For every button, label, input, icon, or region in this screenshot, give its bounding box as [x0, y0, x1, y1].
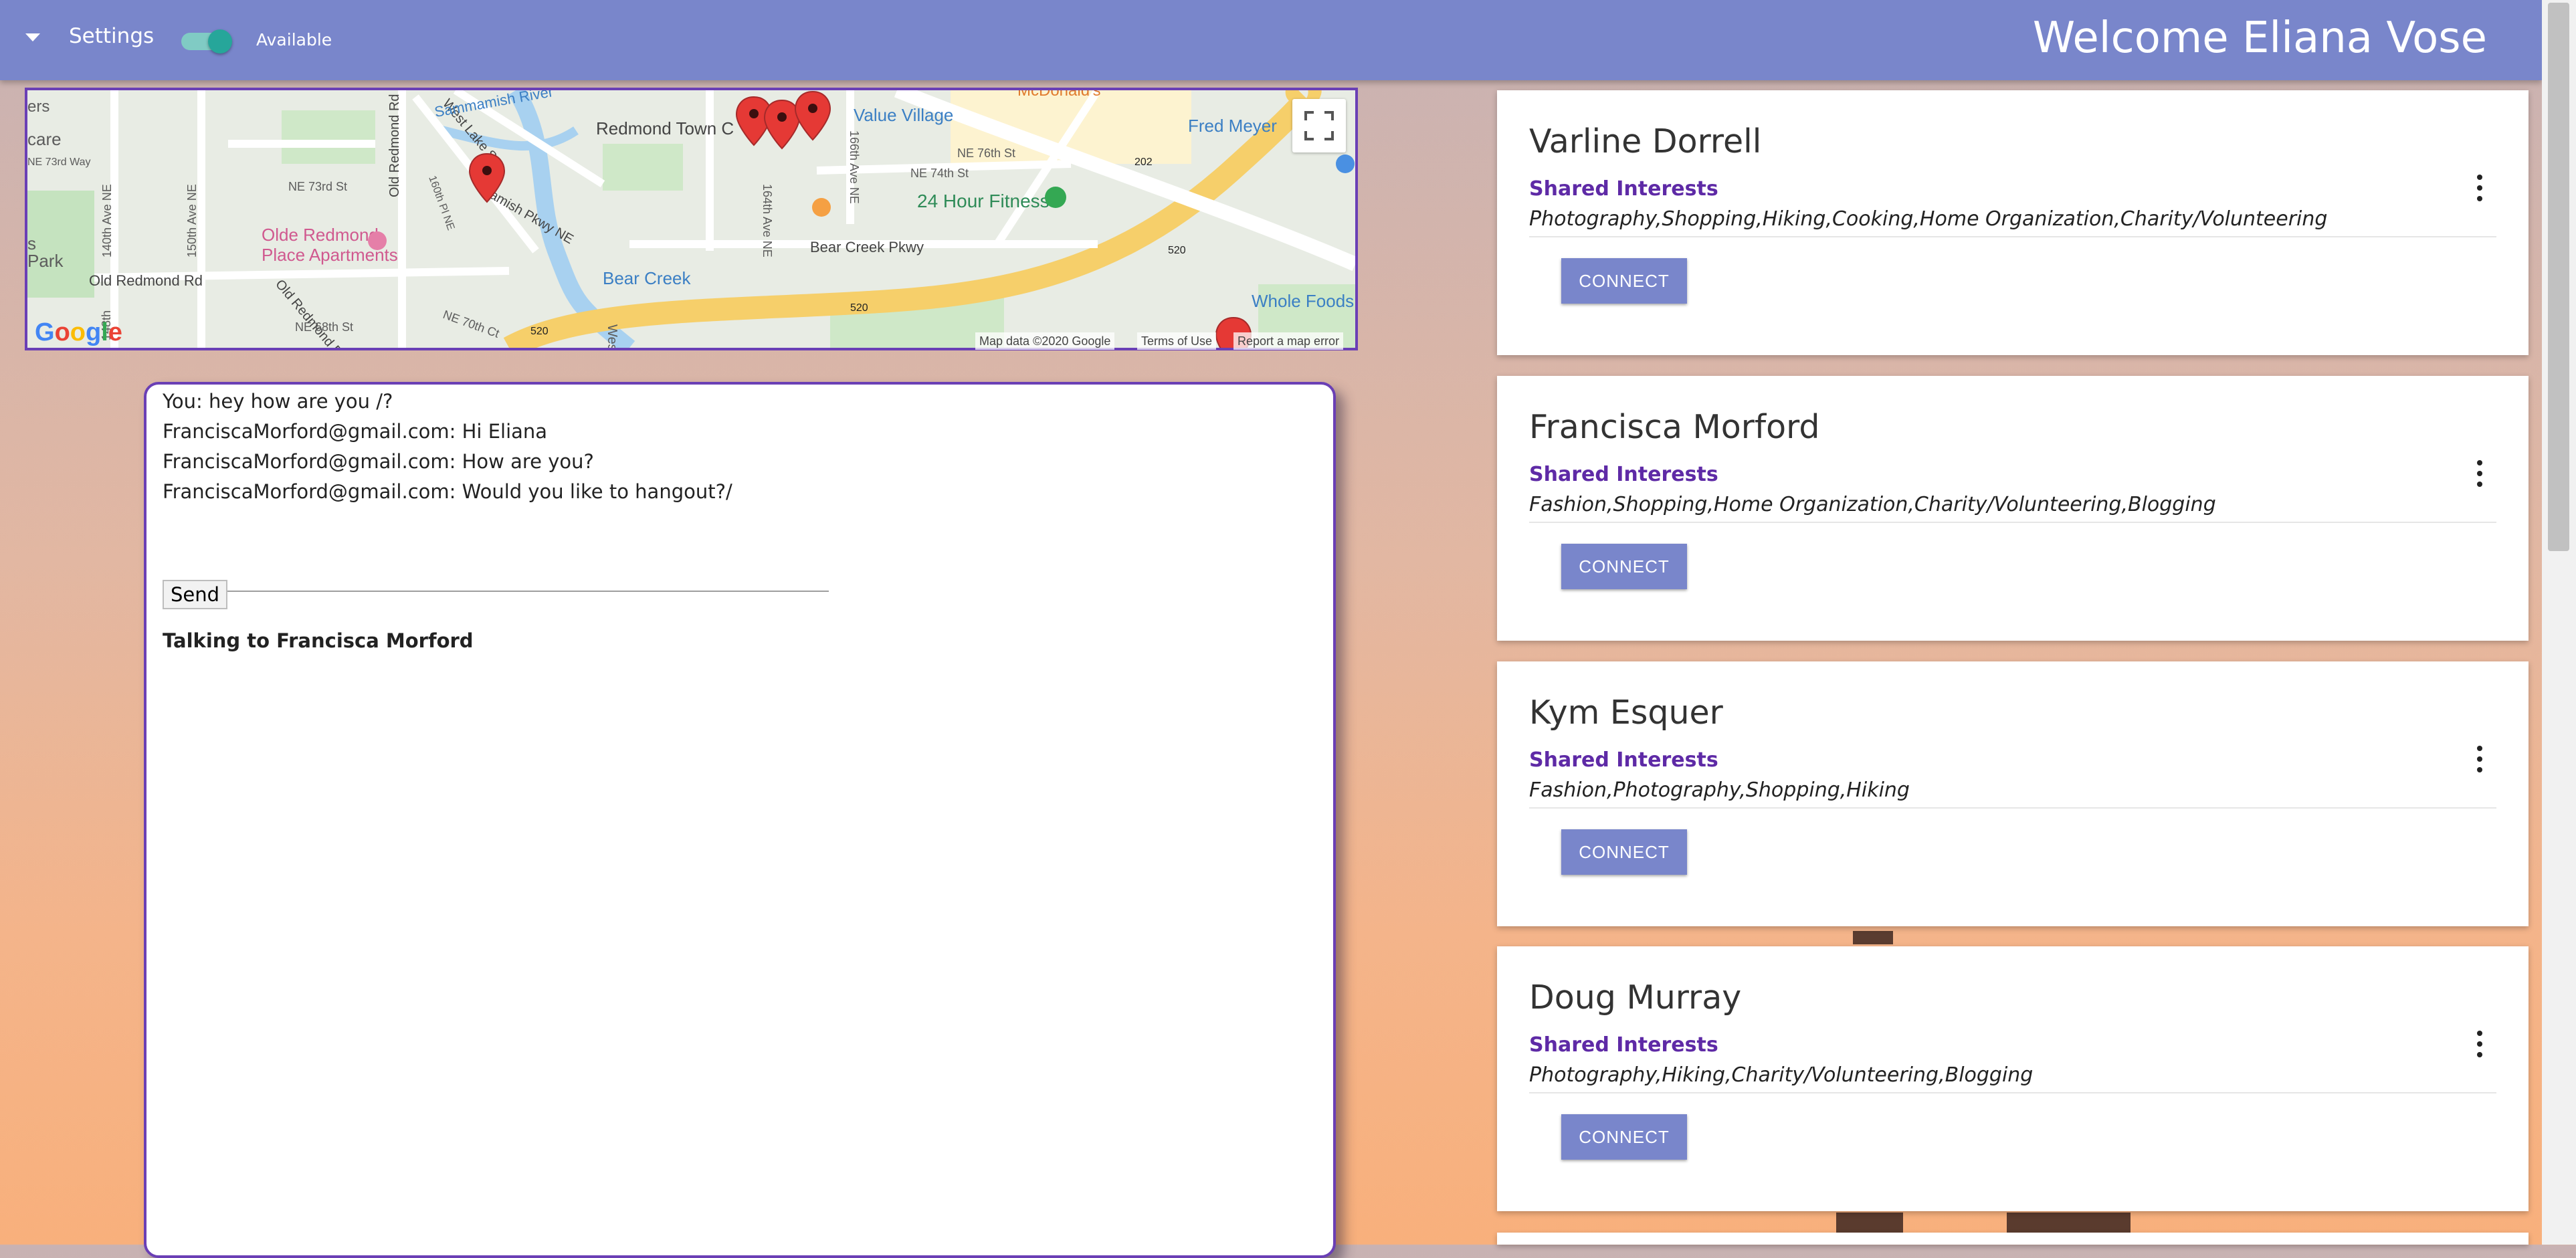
- more-vert-icon[interactable]: [2475, 460, 2484, 490]
- map-canvas: ers care NE 73rd Way s Park 140th Ave NE…: [27, 90, 1355, 348]
- top-app-bar: Settings Available Welcome Eliana Vose: [0, 0, 2542, 80]
- divider: [1529, 236, 2496, 237]
- map-label: Fred Meyer: [1188, 116, 1277, 136]
- map-label: Old Redmond Rd: [387, 94, 402, 197]
- map-label: Whole Foods: [1252, 291, 1354, 311]
- user-name: Doug Murray: [1529, 978, 1742, 1017]
- gym-icon: [1045, 187, 1066, 208]
- shared-interests-list: Fashion,Shopping,Home Organization,Chari…: [1529, 493, 2216, 516]
- map-label: 166th Ave NE: [848, 130, 861, 204]
- map-label: NE 73rd St: [288, 180, 347, 193]
- map-label: Redmond Town C: [596, 118, 734, 138]
- shared-interests-list: Fashion,Photography,Shopping,Hiking: [1529, 778, 1910, 802]
- map-label: Old Redmond Rd: [89, 272, 203, 289]
- availability-label: Available: [256, 30, 332, 49]
- send-button[interactable]: Send: [163, 580, 227, 609]
- map-label: 520: [530, 326, 549, 337]
- chat-message-input[interactable]: [163, 561, 829, 592]
- map-label: 150th Ave NE: [185, 184, 199, 257]
- shared-interests-list: Photography,Hiking,Charity/Volunteering,…: [1529, 1063, 2034, 1087]
- report-map-error-link[interactable]: Report a map error: [1233, 332, 1344, 350]
- connect-button[interactable]: CONNECT: [1561, 258, 1687, 304]
- shared-interests-list: Photography,Shopping,Hiking,Cooking,Home…: [1529, 207, 2328, 231]
- user-card: [1497, 1233, 2529, 1245]
- map-label: NE 73rd Way: [27, 156, 91, 168]
- shared-interests-label: Shared Interests: [1529, 748, 1718, 772]
- map-label: 520: [1168, 245, 1186, 256]
- availability-toggle[interactable]: [181, 29, 232, 54]
- more-vert-icon[interactable]: [2475, 1031, 2484, 1060]
- map-label: McDonald's: [1017, 90, 1101, 100]
- map-label: Olde Redmond: [262, 225, 379, 245]
- map-label: NE 76th St: [957, 146, 1015, 160]
- background-photo: [1853, 931, 1893, 944]
- user-card: Francisca Morford Shared Interests Fashi…: [1497, 376, 2529, 641]
- map-label: 24 Hour Fitness: [917, 191, 1050, 211]
- restaurant-icon: [812, 198, 831, 217]
- terms-link[interactable]: Terms of Use: [1137, 332, 1217, 350]
- connect-button[interactable]: CONNECT: [1561, 829, 1687, 875]
- welcome-title: Welcome Eliana Vose: [2032, 13, 2487, 63]
- map-label: Park: [27, 251, 64, 271]
- divider: [1529, 807, 2496, 809]
- scrollbar[interactable]: [2542, 0, 2576, 1245]
- lodging-icon: [368, 231, 387, 250]
- more-vert-icon[interactable]: [2475, 175, 2484, 204]
- map-label: NE 68th St: [295, 320, 353, 334]
- map-label: 202: [1134, 156, 1153, 168]
- caret-down-icon[interactable]: [25, 33, 40, 41]
- shopping-icon: [1336, 154, 1355, 173]
- shared-interests-label: Shared Interests: [1529, 1033, 1718, 1057]
- settings-button[interactable]: Settings: [69, 24, 154, 48]
- map-label: care: [27, 129, 62, 149]
- user-name: Varline Dorrell: [1529, 122, 1762, 161]
- map-label: Bear Creek Pkwy: [810, 239, 924, 255]
- user-card: Doug Murray Shared Interests Photography…: [1497, 946, 2529, 1211]
- shared-interests-label: Shared Interests: [1529, 177, 1718, 201]
- talking-to-label: Talking to Francisca Morford: [163, 629, 474, 652]
- user-card: Varline Dorrell Shared Interests Photogr…: [1497, 90, 2529, 355]
- divider: [1529, 522, 2496, 523]
- user-card: Kym Esquer Shared Interests Fashion,Phot…: [1497, 661, 2529, 926]
- chat-message: FranciscaMorford@gmail.com: Would you li…: [163, 480, 732, 503]
- fullscreen-button[interactable]: [1292, 99, 1346, 152]
- map-label: 164th Ave NE: [761, 184, 774, 257]
- more-vert-icon[interactable]: [2475, 746, 2484, 775]
- map-label: 140th Ave NE: [100, 184, 114, 257]
- map-label: 520: [850, 302, 868, 314]
- chat-message: FranciscaMorford@gmail.com: Hi Eliana: [163, 420, 548, 443]
- shared-interests-label: Shared Interests: [1529, 463, 1718, 486]
- map-label: Bear Creek: [603, 268, 691, 288]
- map-attribution: Map data ©2020 Google: [975, 332, 1115, 350]
- map-view[interactable]: ers care NE 73rd Way s Park 140th Ave NE…: [25, 88, 1358, 350]
- connect-button[interactable]: CONNECT: [1561, 544, 1687, 589]
- fullscreen-icon: [1304, 111, 1334, 140]
- map-label: ers: [27, 98, 49, 116]
- connect-button[interactable]: CONNECT: [1561, 1114, 1687, 1160]
- user-name: Francisca Morford: [1529, 408, 1820, 446]
- google-logo: Google: [35, 318, 122, 346]
- chat-message: You: hey how are you /?: [163, 390, 393, 413]
- chat-panel: You: hey how are you /? FranciscaMorford…: [144, 382, 1336, 1258]
- toggle-knob: [208, 29, 232, 54]
- divider: [1529, 1092, 2496, 1093]
- scroll-thumb[interactable]: [2548, 3, 2569, 551]
- map-label: Value Village: [854, 105, 953, 125]
- chat-message: FranciscaMorford@gmail.com: How are you?: [163, 450, 594, 473]
- user-name: Kym Esquer: [1529, 694, 1723, 732]
- map-label: NE 74th St: [910, 167, 969, 180]
- map-label: West: [605, 324, 619, 348]
